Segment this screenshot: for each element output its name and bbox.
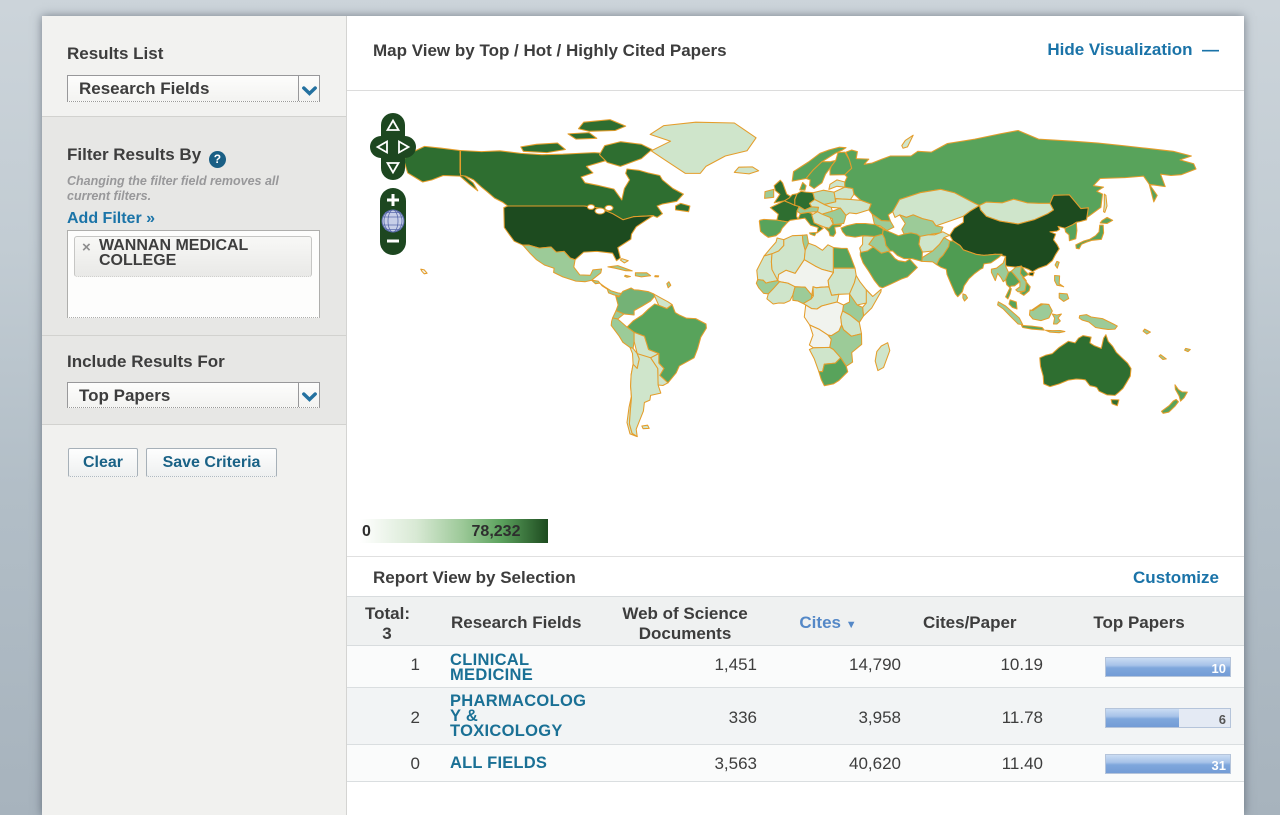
svg-text:0: 0 <box>362 523 371 540</box>
svg-text:78,232: 78,232 <box>472 523 521 540</box>
